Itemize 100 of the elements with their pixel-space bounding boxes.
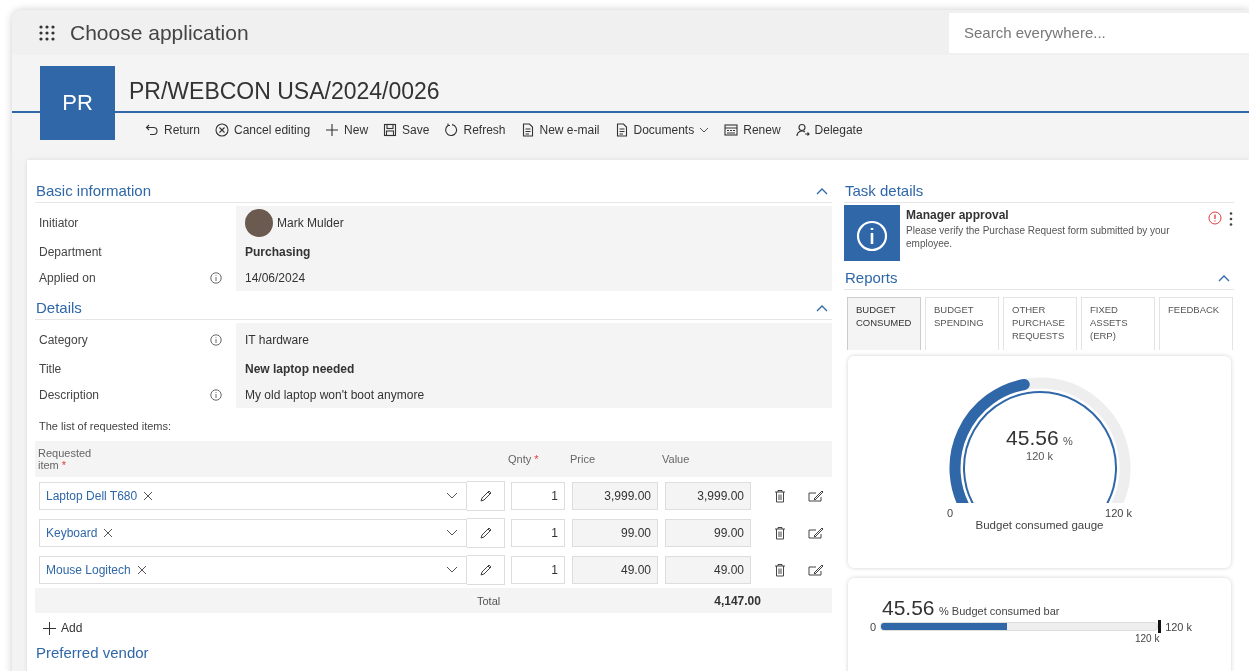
price-field: 3,999.00 bbox=[572, 481, 658, 510]
bar-target: 120 k bbox=[1134, 633, 1161, 644]
app-chooser-title[interactable]: Choose application bbox=[70, 20, 249, 45]
required-mark: * bbox=[534, 453, 539, 465]
caret-icon bbox=[699, 127, 710, 133]
remove-icon[interactable] bbox=[136, 564, 147, 575]
document-title: PR/WEBCON USA/2024/0026 bbox=[129, 78, 440, 106]
quantity-input[interactable]: 1 bbox=[511, 481, 565, 510]
column-header: Value bbox=[662, 453, 690, 465]
gauge-caption: Budget consumed gauge bbox=[975, 519, 1104, 531]
field-label: Initiator bbox=[39, 215, 79, 230]
target-marker bbox=[1158, 620, 1162, 633]
item-select[interactable]: Laptop Dell T680 bbox=[39, 481, 467, 510]
total-label: Total bbox=[477, 594, 501, 607]
item-link[interactable]: Laptop Dell T680 bbox=[46, 488, 138, 503]
section-title: Preferred vendor bbox=[35, 643, 150, 663]
pencil-icon bbox=[478, 562, 493, 577]
trash-icon[interactable] bbox=[774, 562, 786, 577]
info-icon[interactable] bbox=[210, 389, 222, 401]
field-label: Category bbox=[39, 332, 88, 347]
chevron-down-icon[interactable] bbox=[446, 529, 458, 536]
item-link[interactable]: Mouse Logitech bbox=[46, 562, 131, 577]
field-label: Description bbox=[39, 388, 100, 402]
field-label: Title bbox=[39, 362, 62, 376]
document-icon bbox=[520, 123, 535, 137]
chevron-icon[interactable] bbox=[816, 303, 828, 312]
report-tab[interactable]: BUDGET SPENDING bbox=[925, 297, 999, 350]
task-description: Please verify the Purchase Request form submitted by your employee. bbox=[906, 224, 1171, 250]
toolbar-button[interactable]: Delegate bbox=[795, 121, 863, 139]
sign-icon[interactable] bbox=[808, 488, 824, 503]
cancel-icon bbox=[215, 123, 230, 137]
save-icon bbox=[383, 123, 398, 137]
table-caption: The list of requested items: bbox=[38, 419, 173, 434]
app-grid-icon[interactable] bbox=[38, 23, 56, 42]
plus-icon bbox=[43, 621, 56, 635]
document-tile: PR bbox=[40, 66, 115, 140]
remove-icon[interactable] bbox=[103, 527, 114, 538]
new-icon bbox=[325, 123, 340, 137]
bar-min: 0 bbox=[870, 620, 877, 633]
price-field: 49.00 bbox=[572, 555, 658, 584]
bar-caption: % Budget consumed bar bbox=[939, 605, 1060, 617]
search-field[interactable]: Search everywhere... bbox=[949, 12, 1249, 53]
sign-icon[interactable] bbox=[808, 525, 824, 540]
document-icon bbox=[614, 123, 629, 137]
item-link[interactable]: Keyboard bbox=[46, 525, 98, 540]
price-field: 99.00 bbox=[572, 518, 658, 547]
bar-value: 45.56 bbox=[882, 596, 935, 619]
field-value: My old laptop won't boot anymore bbox=[245, 388, 425, 402]
item-select[interactable]: Keyboard bbox=[39, 518, 467, 547]
info-icon[interactable] bbox=[210, 272, 222, 284]
trash-icon[interactable] bbox=[774, 488, 786, 503]
report-tab[interactable]: OTHER PURCHASE REQUESTS bbox=[1003, 297, 1077, 350]
field-label: Department bbox=[39, 245, 102, 259]
total-value: 4,147.00 bbox=[714, 593, 761, 608]
avatar bbox=[245, 208, 273, 237]
gauge-max: 120 k bbox=[1105, 507, 1132, 519]
renew-icon bbox=[724, 123, 739, 137]
info-icon[interactable] bbox=[210, 333, 222, 346]
toolbar-button[interactable]: Cancel editing bbox=[215, 121, 311, 139]
report-tab[interactable]: FEEDBACK bbox=[1159, 297, 1233, 350]
toolbar-button[interactable]: New bbox=[325, 121, 369, 139]
quantity-input[interactable]: 1 bbox=[511, 555, 565, 584]
toolbar-button[interactable]: Renew bbox=[724, 121, 781, 139]
pencil-icon bbox=[478, 525, 493, 540]
task-name: Manager approval bbox=[906, 208, 1010, 222]
gauge-unit: % bbox=[1063, 435, 1073, 447]
remove-icon[interactable] bbox=[143, 490, 154, 501]
quantity-input[interactable]: 1 bbox=[511, 518, 565, 547]
chevron-icon[interactable] bbox=[816, 186, 828, 195]
add-button[interactable]: Add bbox=[35, 613, 91, 641]
report-tab[interactable]: BUDGET CONSUMED bbox=[847, 297, 921, 350]
field-value: New laptop needed bbox=[245, 362, 355, 376]
chevron-down-icon[interactable] bbox=[446, 492, 458, 499]
gauge-target: 120 k bbox=[1026, 450, 1053, 462]
toolbar-button[interactable]: New e-mail bbox=[520, 121, 600, 139]
toolbar-button[interactable]: Documents bbox=[614, 121, 710, 139]
chevron-down-icon[interactable] bbox=[446, 566, 458, 573]
warning-icon bbox=[1208, 211, 1222, 225]
sign-icon[interactable] bbox=[808, 562, 824, 577]
section-title: Reports bbox=[845, 269, 898, 286]
more-icon[interactable] bbox=[1228, 211, 1234, 227]
section-title: Basic information bbox=[36, 182, 152, 199]
chevron-icon[interactable] bbox=[1218, 273, 1230, 282]
report-tab[interactable]: FIXED ASSETS (ERP) bbox=[1081, 297, 1155, 350]
value-field: 99.00 bbox=[665, 518, 751, 547]
toolbar-button[interactable]: Return bbox=[145, 121, 201, 139]
column-header: Price bbox=[570, 453, 597, 465]
field-value: IT hardware bbox=[245, 332, 309, 347]
delegate-icon bbox=[795, 123, 810, 137]
item-select[interactable]: Mouse Logitech bbox=[39, 555, 467, 584]
field-value: Mark Mulder bbox=[277, 215, 344, 230]
value-field: 3,999.00 bbox=[665, 481, 751, 510]
return-icon bbox=[145, 123, 159, 137]
column-header: Requested item * bbox=[38, 447, 93, 471]
required-mark: * bbox=[61, 459, 67, 471]
toolbar-button[interactable]: Refresh bbox=[444, 121, 506, 139]
field-value: 14/06/2024 bbox=[245, 271, 306, 285]
refresh-icon bbox=[444, 123, 459, 137]
toolbar-button[interactable]: Save bbox=[383, 121, 430, 139]
trash-icon[interactable] bbox=[774, 525, 786, 540]
